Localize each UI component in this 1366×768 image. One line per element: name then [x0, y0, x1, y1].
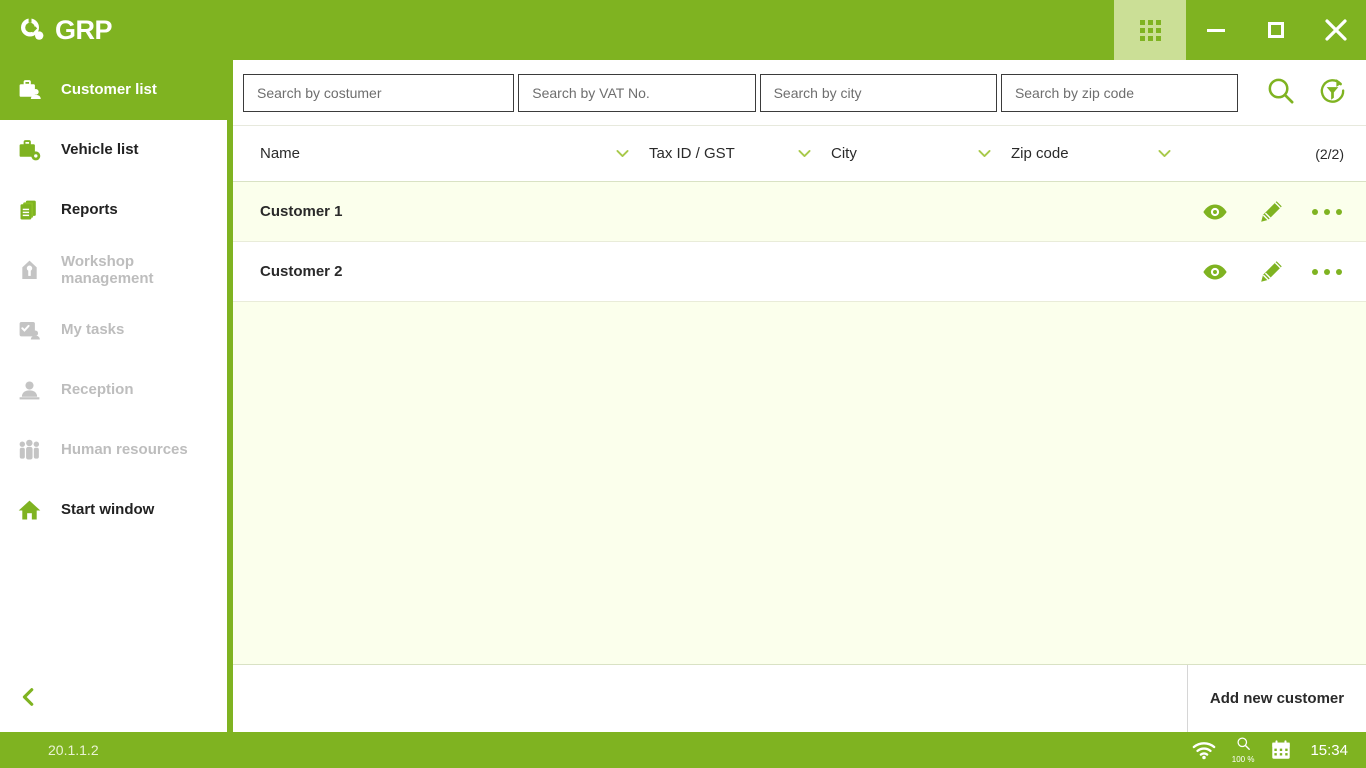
- app-title: GRP: [55, 17, 112, 44]
- magnifier-icon: [1236, 736, 1251, 755]
- pencil-icon[interactable]: [1256, 197, 1286, 227]
- chevron-down-icon[interactable]: [1156, 145, 1191, 162]
- application-window: GRP: [0, 0, 1366, 768]
- column-label: Tax ID / GST: [649, 145, 735, 162]
- search-zip-input[interactable]: [1001, 74, 1238, 112]
- column-header-tax-id[interactable]: Tax ID / GST: [649, 145, 831, 162]
- add-new-customer-button[interactable]: Add new customer: [1188, 665, 1366, 732]
- column-header-city[interactable]: City: [831, 145, 1011, 162]
- column-header-name[interactable]: Name: [260, 145, 649, 162]
- main-content: Name Tax ID / GST: [233, 60, 1366, 732]
- close-button[interactable]: [1306, 0, 1366, 60]
- search-city-input[interactable]: [760, 74, 997, 112]
- clock-label: 15:34: [1308, 742, 1348, 759]
- status-indicators: 100 % 15:34: [1192, 736, 1366, 764]
- maximize-button[interactable]: [1246, 0, 1306, 60]
- action-bar: Add new customer: [233, 664, 1366, 732]
- calendar-icon[interactable]: [1270, 739, 1292, 761]
- cell-name: Customer 1: [260, 203, 649, 220]
- sidebar: Customer list Vehicle list: [0, 60, 233, 732]
- minimize-icon: [1207, 29, 1225, 32]
- zoom-level-label: 100 %: [1232, 756, 1255, 764]
- search-vat-input[interactable]: [518, 74, 755, 112]
- grp-logo-icon: [18, 16, 46, 44]
- refresh-filter-icon: [1317, 75, 1348, 111]
- cell-name: Customer 2: [260, 263, 649, 280]
- chevron-down-icon[interactable]: [614, 145, 649, 162]
- sidebar-item-label: Start window: [61, 501, 154, 518]
- row-actions: [1200, 257, 1346, 287]
- apps-grid-icon: [1140, 20, 1161, 41]
- sidebar-item-label: Customer list: [61, 81, 157, 98]
- table-row[interactable]: Customer 2: [233, 242, 1366, 302]
- apps-grid-button[interactable]: [1114, 0, 1186, 60]
- column-label: Name: [260, 145, 300, 162]
- table-header: Name Tax ID / GST: [233, 126, 1366, 182]
- wifi-icon[interactable]: [1192, 741, 1216, 760]
- close-icon: [1325, 19, 1347, 41]
- search-toolbar: [233, 60, 1366, 126]
- eye-icon[interactable]: [1200, 257, 1230, 287]
- zoom-level-indicator[interactable]: 100 %: [1232, 736, 1255, 764]
- briefcase-person-icon: [14, 77, 44, 104]
- ellipsis-icon[interactable]: [1312, 197, 1342, 227]
- column-label: Zip code: [1011, 145, 1069, 162]
- ellipsis-icon[interactable]: [1312, 257, 1342, 287]
- sidebar-item-customer-list[interactable]: Customer list: [0, 60, 227, 120]
- sidebar-item-label: Workshop management: [61, 253, 227, 288]
- row-actions: [1200, 197, 1346, 227]
- record-count: (2/2): [1315, 146, 1346, 162]
- home-icon: [14, 497, 44, 524]
- minimize-button[interactable]: [1186, 0, 1246, 60]
- sidebar-collapse-button[interactable]: [0, 666, 227, 732]
- sidebar-nav: Customer list Vehicle list: [0, 60, 227, 666]
- people-group-icon: [14, 437, 44, 464]
- search-button[interactable]: [1256, 69, 1304, 117]
- sidebar-item-reception[interactable]: Reception: [0, 360, 227, 420]
- magnifier-icon: [1265, 75, 1296, 111]
- status-bar: 20.1.1.2 100 %: [0, 732, 1366, 768]
- chevron-down-icon[interactable]: [796, 145, 831, 162]
- app-logo: GRP: [0, 16, 112, 44]
- sidebar-item-start-window[interactable]: Start window: [0, 480, 227, 540]
- sidebar-item-human-resources[interactable]: Human resources: [0, 420, 227, 480]
- briefcase-gear-icon: [14, 137, 44, 164]
- column-header-zip-code[interactable]: Zip code: [1011, 145, 1191, 162]
- window-controls: [1114, 0, 1366, 60]
- sidebar-item-label: Reports: [61, 201, 118, 218]
- sidebar-item-my-tasks[interactable]: My tasks: [0, 300, 227, 360]
- customer-list: Customer 1: [233, 182, 1366, 664]
- documents-icon: [14, 197, 44, 224]
- chevron-left-icon: [18, 686, 40, 713]
- sidebar-item-reports[interactable]: Reports: [0, 180, 227, 240]
- chevron-down-icon[interactable]: [976, 145, 1011, 162]
- sidebar-item-label: My tasks: [61, 321, 124, 338]
- wrench-tag-icon: [14, 257, 44, 284]
- title-bar: GRP: [0, 0, 1366, 60]
- eye-icon[interactable]: [1200, 197, 1230, 227]
- search-customer-input[interactable]: [243, 74, 514, 112]
- person-desk-icon: [14, 377, 44, 404]
- sidebar-item-workshop-management[interactable]: Workshop management: [0, 240, 227, 300]
- table-row[interactable]: Customer 1: [233, 182, 1366, 242]
- reset-filter-button[interactable]: [1308, 69, 1356, 117]
- body-area: Customer list Vehicle list: [0, 60, 1366, 732]
- maximize-icon: [1268, 22, 1284, 38]
- sidebar-item-vehicle-list[interactable]: Vehicle list: [0, 120, 227, 180]
- version-label: 20.1.1.2: [0, 742, 99, 758]
- sidebar-item-label: Vehicle list: [61, 141, 139, 158]
- clipboard-person-icon: [14, 317, 44, 344]
- sidebar-item-label: Reception: [61, 381, 134, 398]
- column-label: City: [831, 145, 857, 162]
- sidebar-item-label: Human resources: [61, 441, 188, 458]
- pencil-icon[interactable]: [1256, 257, 1286, 287]
